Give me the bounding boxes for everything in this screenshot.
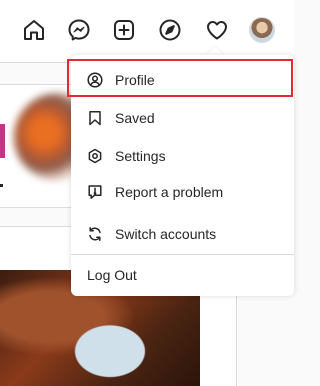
story-ring	[0, 124, 5, 158]
story-marker	[0, 184, 3, 187]
messenger-icon[interactable]	[66, 17, 92, 43]
menu-item-label: Saved	[115, 109, 155, 126]
menu-item-logout[interactable]: Log Out	[71, 256, 294, 293]
menu-item-label: Report a problem	[115, 183, 224, 200]
menu-item-switch-accounts[interactable]: Switch accounts	[71, 215, 294, 252]
menu-item-label: Switch accounts	[115, 225, 217, 242]
activity-heart-icon[interactable]	[204, 17, 230, 43]
new-post-icon[interactable]	[111, 17, 137, 43]
gear-icon	[87, 148, 103, 164]
menu-divider	[71, 254, 294, 255]
menu-item-label: Settings	[115, 147, 166, 164]
menu-item-saved[interactable]: Saved	[71, 99, 294, 136]
user-avatar[interactable]	[249, 17, 275, 43]
home-icon[interactable]	[21, 17, 47, 43]
bookmark-icon	[87, 110, 103, 126]
menu-item-settings[interactable]: Settings	[71, 137, 294, 174]
menu-item-report-problem[interactable]: Report a problem	[71, 173, 294, 210]
explore-icon[interactable]	[157, 17, 183, 43]
logout-label: Log Out	[87, 266, 137, 283]
report-icon	[87, 184, 103, 200]
switch-accounts-icon	[87, 226, 103, 242]
highlight-box	[67, 59, 293, 97]
